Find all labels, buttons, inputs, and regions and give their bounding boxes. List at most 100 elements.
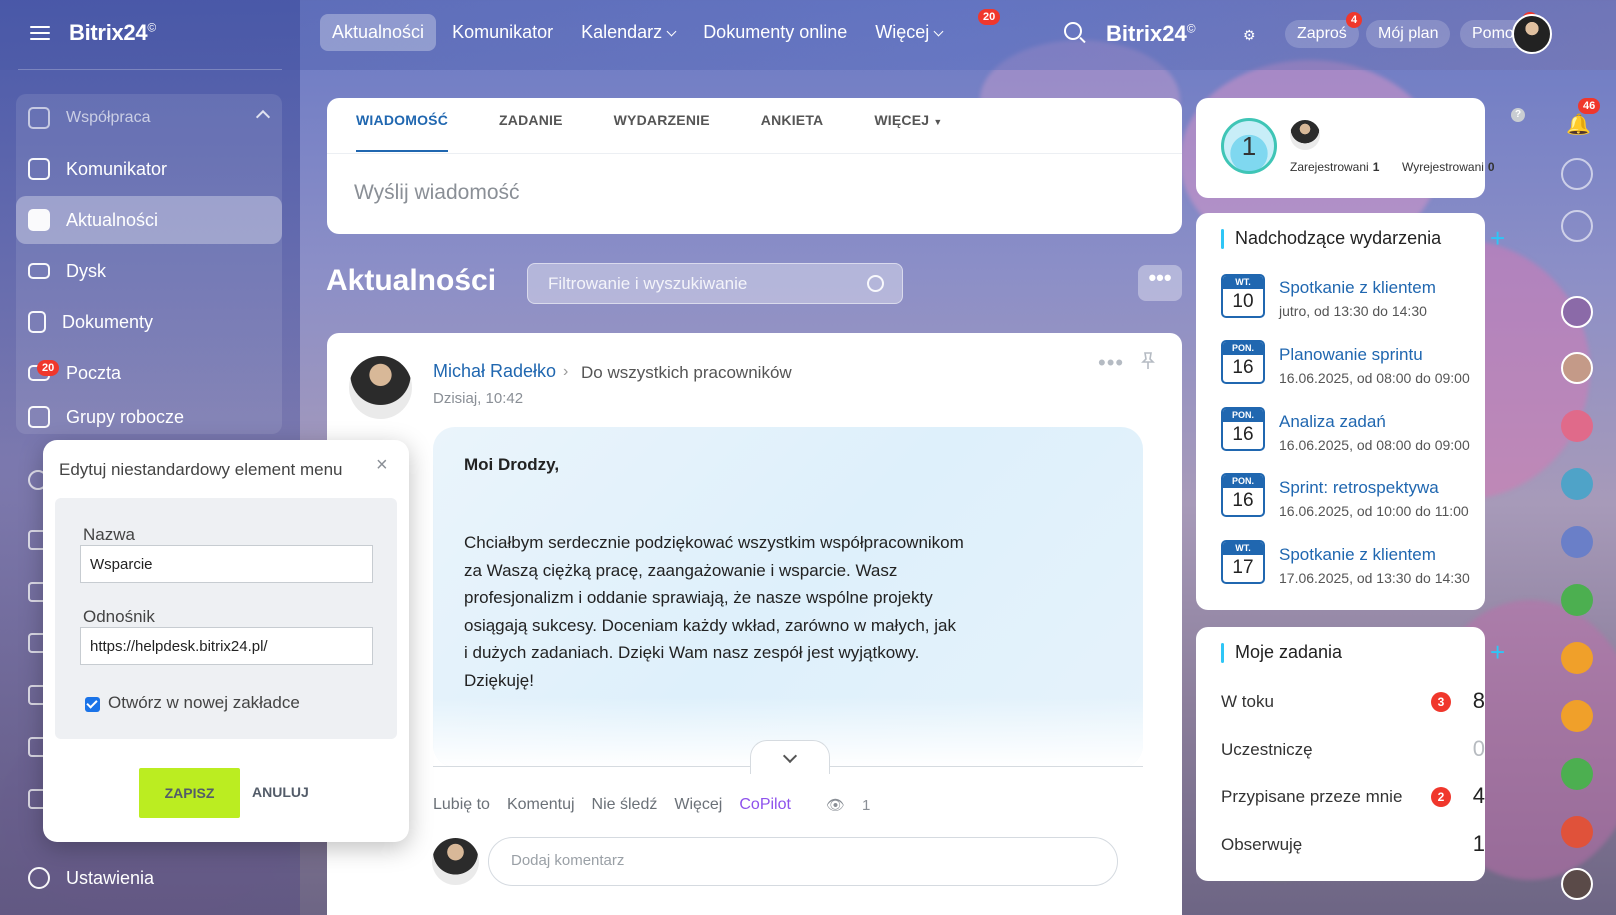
chat-icon (28, 158, 50, 180)
name-input[interactable] (80, 545, 373, 583)
registered-user-avatar[interactable] (1290, 120, 1320, 150)
sidebar-logo[interactable]: Bitrix24© (69, 20, 156, 46)
task-row-participating[interactable]: Uczestniczę 0 (1221, 736, 1485, 761)
task-rail-icon-3[interactable] (1561, 526, 1593, 558)
event-day: 17 (1232, 557, 1254, 578)
sidebar-item-settings[interactable]: Ustawienia (16, 854, 282, 902)
more-actions-button[interactable]: Więcej (674, 796, 722, 814)
menu-burger-icon[interactable] (30, 26, 50, 40)
top-menu-more[interactable]: Więcej (863, 14, 954, 51)
save-button[interactable]: ZAPISZ (139, 768, 240, 818)
contact-avatar-2[interactable] (1561, 352, 1593, 384)
new-tab-label[interactable]: Otwórz w nowej zakładce (108, 693, 300, 713)
my-plan-button[interactable]: Mój plan (1366, 20, 1451, 48)
top-menu-feed[interactable]: Aktualności (320, 14, 437, 51)
top-menu-calendar-label: Kalendarz (581, 22, 663, 42)
more-badge: 20 (978, 9, 1001, 25)
event-title-link[interactable]: Spotkanie z klientem (1279, 278, 1436, 298)
new-tab-checkbox[interactable] (85, 697, 100, 712)
task-rail-icon-4[interactable] (1561, 584, 1593, 616)
post-destination[interactable]: Do wszystkich pracowników (581, 363, 792, 383)
event-day: 16 (1232, 424, 1254, 445)
author-avatar[interactable] (349, 356, 412, 419)
link-input[interactable] (80, 627, 373, 665)
task-rail-icon-5[interactable] (1561, 642, 1593, 674)
add-task-plus-icon[interactable]: + (1490, 639, 1505, 665)
search-icon[interactable] (1064, 22, 1082, 40)
post-author-link[interactable]: Michał Radełko (433, 361, 556, 382)
gear-icon (28, 867, 50, 889)
views-count: 1 (861, 797, 871, 814)
event-title-link[interactable]: Analiza zadań (1279, 412, 1386, 432)
task-rail-icon-2[interactable] (1561, 468, 1593, 500)
user-avatar[interactable] (1512, 14, 1552, 54)
tab-event[interactable]: WYDARZENIE (614, 112, 710, 128)
work-day-ring[interactable]: 1 (1221, 118, 1277, 174)
filter-search-input[interactable]: Filtrowanie i wyszukiwanie (527, 263, 903, 304)
chat-rail-icon[interactable] (1561, 210, 1593, 242)
events-title[interactable]: Nadchodzące wydarzenia (1221, 228, 1441, 249)
copilot-button[interactable]: CoPilot (739, 796, 791, 814)
task-row-label: Obserwuję (1221, 835, 1303, 854)
cancel-button[interactable]: ANULUJ (252, 784, 309, 800)
sidebar-group-label: Współpraca (66, 109, 151, 126)
header-logo[interactable]: Bitrix24© (1106, 21, 1196, 47)
expand-post-button[interactable] (750, 740, 830, 774)
filter-placeholder: Filtrowanie i wyszukiwanie (548, 274, 748, 293)
top-menu-online-docs[interactable]: Dokumenty online (691, 14, 859, 51)
chevron-up-icon (255, 109, 271, 125)
contact-avatar-3[interactable] (1561, 868, 1593, 900)
top-menu-messenger[interactable]: Komunikator (440, 14, 565, 51)
unregistered-value: 0 (1487, 160, 1495, 174)
help-question-icon[interactable]: ? (1511, 108, 1525, 122)
task-row-assigned-by-me[interactable]: Przypisane przeze mnie 2 4 (1221, 783, 1485, 808)
bell-icon[interactable]: 🔔 (1566, 112, 1591, 137)
sidebar-item-label: Grupy robocze (66, 406, 185, 427)
contact-avatar-1[interactable] (1561, 296, 1593, 328)
header-logo-mark: © (1186, 21, 1196, 36)
event-title-link[interactable]: Spotkanie z klientem (1279, 545, 1436, 565)
sidebar-item-workgroups[interactable]: Grupy robocze (16, 400, 282, 434)
feed-more-button[interactable]: ••• (1138, 265, 1182, 301)
sidebar-item-documents[interactable]: Dokumenty (16, 298, 282, 346)
pin-icon[interactable] (1141, 352, 1155, 370)
group-icon (28, 406, 50, 428)
event-title-link[interactable]: Sprint: retrospektywa (1279, 478, 1439, 498)
add-event-plus-icon[interactable]: + (1490, 225, 1505, 251)
task-rail-icon-6[interactable] (1561, 700, 1593, 732)
task-row-count: 1 (1472, 831, 1485, 856)
sidebar-item-messenger[interactable]: Komunikator (16, 145, 282, 193)
tab-poll[interactable]: ANKIETA (761, 112, 824, 128)
task-row-watching[interactable]: Obserwuję 1 (1221, 831, 1485, 856)
top-menu-more-label: Więcej (875, 22, 930, 42)
task-row-in-progress[interactable]: W toku 3 8 (1221, 688, 1485, 713)
settings-sliders-icon[interactable]: ⚙ (1243, 27, 1256, 44)
sidebar-item-feed[interactable]: Aktualności (16, 196, 282, 244)
sidebar-divider (18, 69, 282, 70)
close-icon[interactable]: × (376, 454, 388, 477)
post-date[interactable]: Dzisiaj, 10:42 (433, 390, 523, 407)
tab-message[interactable]: WIADOMOŚĆ (356, 112, 448, 128)
search-icon[interactable] (867, 275, 884, 292)
message-input[interactable]: Wyślij wiadomość (354, 181, 520, 205)
event-time: 16.06.2025, od 10:00 do 11:00 (1279, 503, 1469, 519)
task-rail-icon-1[interactable] (1561, 410, 1593, 442)
tab-task[interactable]: ZADANIE (499, 112, 563, 128)
sidebar-group-header[interactable]: Współpraca (16, 94, 282, 142)
like-button[interactable]: Lubię to (433, 796, 490, 814)
top-menu-calendar[interactable]: Kalendarz (569, 14, 687, 51)
post-more-icon[interactable]: ••• (1098, 350, 1124, 376)
video-call-icon[interactable] (1561, 816, 1593, 848)
task-rail-icon-7[interactable] (1561, 758, 1593, 790)
sidebar-item-drive[interactable]: Dysk (16, 247, 282, 295)
comment-button[interactable]: Komentuj (507, 796, 575, 814)
comment-input[interactable]: Dodaj komentarz (488, 837, 1118, 886)
tasks-title[interactable]: Moje zadania (1221, 642, 1342, 663)
tab-more[interactable]: WIĘCEJ ▼ (874, 112, 942, 128)
header-logo-text: Bitrix24 (1106, 21, 1187, 46)
event-title-link[interactable]: Planowanie sprintu (1279, 345, 1423, 365)
copilot-rail-icon[interactable] (1561, 158, 1593, 190)
event-time: 17.06.2025, od 13:30 do 14:30 (1279, 570, 1470, 586)
composer-divider (327, 153, 1182, 154)
unfollow-button[interactable]: Nie śledź (592, 796, 658, 814)
